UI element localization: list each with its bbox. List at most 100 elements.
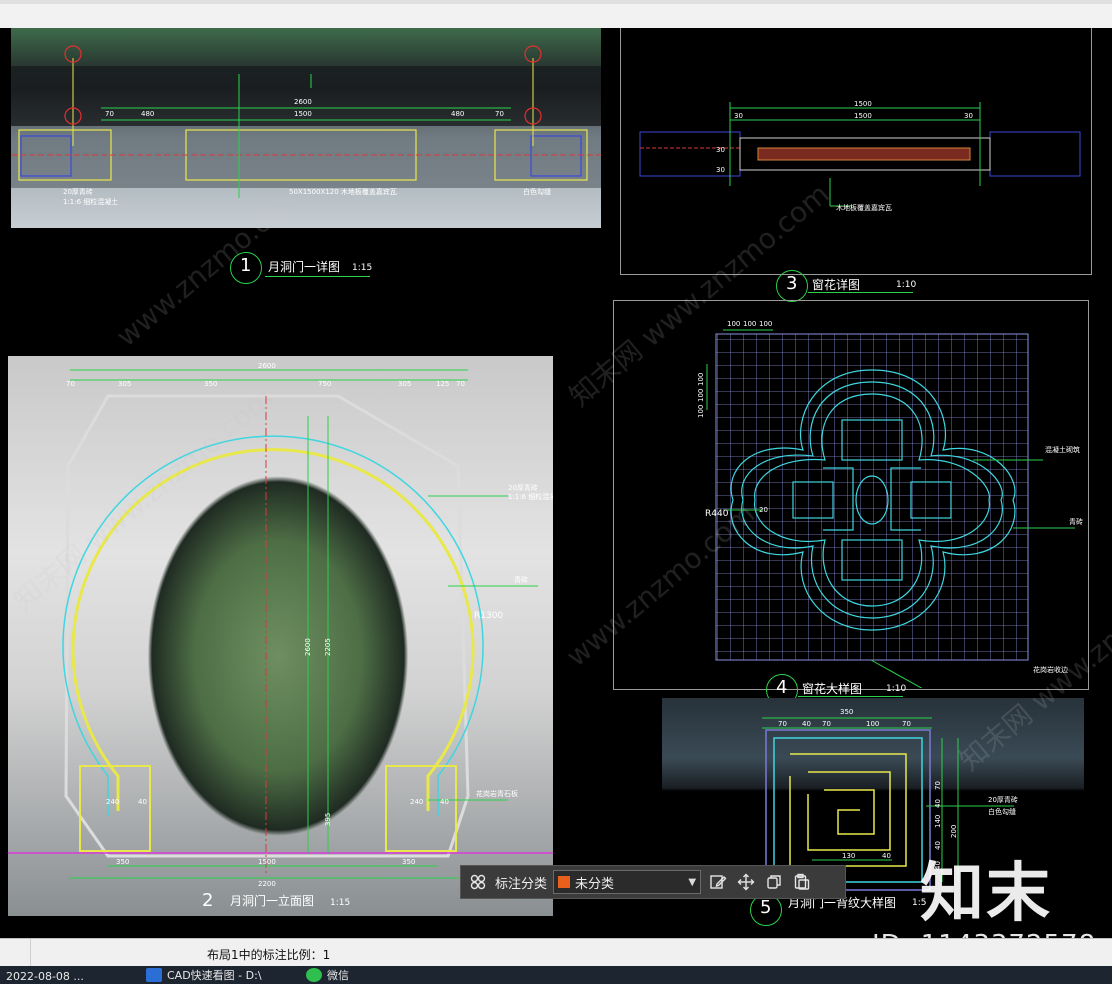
- status-bar: 布局1中的标注比例：1: [0, 938, 1112, 967]
- category-label: 标注分类: [495, 876, 548, 892]
- drawing-1-underline: [265, 276, 370, 277]
- taskbar-time: 2022-08-08 ...: [6, 970, 84, 983]
- d1-note-1: 20厚青砖: [63, 187, 93, 196]
- drawing-1-scale: 1:15: [352, 263, 373, 273]
- brand-logo: 知末: [920, 857, 1052, 931]
- d4-dim-6: 100: [697, 405, 705, 418]
- d2-dim-a: 70: [66, 380, 75, 388]
- taskbar-app-wechat[interactable]: 微信: [306, 966, 349, 984]
- d3-dim-2: 1500: [854, 112, 872, 120]
- d5-dim-7: 130: [842, 852, 855, 860]
- status-bar-segment: [0, 939, 31, 967]
- drawing-2-linework: 2600 70 305 350 750 305 125 70 R1300 260…: [8, 362, 553, 888]
- drawing-4-underline: [798, 696, 903, 697]
- taskbar-app-cad[interactable]: CAD快速看图 - D:\: [146, 966, 262, 984]
- drawing-4-linework: 100 100 100 100 100 100 R440 20 混凝土砌筑 青砖…: [697, 320, 1083, 688]
- drawing-3-number: 3: [786, 273, 798, 294]
- d2-dim-f: 125: [436, 380, 449, 388]
- d5-dim-8: 40: [882, 852, 891, 860]
- edit-icon[interactable]: [707, 871, 729, 893]
- category-select[interactable]: 未分类 ▼: [553, 870, 702, 894]
- drawing-3-underline: [808, 292, 913, 293]
- d2-dim-b: 305: [118, 380, 131, 388]
- copy-icon[interactable]: [763, 871, 785, 893]
- category-color-swatch: [558, 876, 571, 888]
- d2-dim-top: 2600: [258, 362, 276, 370]
- d5-note-2: 白色勾缝: [988, 807, 1016, 816]
- category-select-value: 未分类: [575, 876, 615, 892]
- d1-dim-2: 1500: [294, 110, 312, 118]
- chevron-down-icon: ▼: [688, 876, 697, 888]
- d1-note-4: 白色勾缝: [523, 187, 551, 196]
- d1-dim-3: 480: [141, 110, 154, 118]
- d1-dim-4: 480: [451, 110, 464, 118]
- drawing-canvas[interactable]: 2600 1500 480 480 70 70 20厚青砖 1:1:6 细粒混凝…: [0, 28, 1112, 938]
- d4-note-1: 混凝土砌筑: [1045, 445, 1080, 454]
- d4-dim-7: 20: [759, 506, 768, 514]
- d5-dim-9: 70: [934, 781, 942, 790]
- d5-dim-5: 100: [866, 720, 879, 728]
- d2-dim-c1: 40: [138, 798, 147, 806]
- d4-dim-5: 100: [697, 389, 705, 402]
- annotation-scale-status: 布局1中的标注比例：1: [207, 948, 331, 962]
- d2-dim-c2: 40: [440, 798, 449, 806]
- d4-dim-4: 100: [697, 373, 705, 386]
- d3-dim-5: 30: [716, 146, 725, 154]
- d2-dim-h3: 395: [324, 813, 332, 826]
- d3-dim-1: 1500: [854, 100, 872, 108]
- d5-dim-4: 70: [822, 720, 831, 728]
- d5-dim-10: 40: [934, 799, 942, 808]
- d2-dim-b3: 350: [402, 858, 415, 866]
- drawing-1-title: 月洞门一详图: [268, 260, 341, 274]
- d4-dim-1: 100: [727, 320, 740, 328]
- drawing-2-scale: 1:15: [330, 898, 351, 908]
- drawing-2-number: 2: [202, 890, 214, 911]
- d2-dim-l2: 240: [410, 798, 423, 806]
- d2-note-2: 1:1:6 细粒混凝土: [508, 492, 553, 501]
- drawing-3-scale: 1:10: [896, 280, 917, 290]
- d2-note-1: 20厚青砖: [508, 483, 538, 492]
- drawing-5-number: 5: [760, 897, 772, 918]
- d5-dim-2: 70: [778, 720, 787, 728]
- d2-dim-b4: 2200: [258, 880, 276, 888]
- taskbar: 2022-08-08 ... CAD快速看图 - D:\ 微信: [0, 966, 1112, 984]
- d5-dim-1: 350: [840, 708, 853, 716]
- taskbar-app-wechat-label: 微信: [327, 969, 349, 982]
- d1-dim-5: 70: [105, 110, 114, 118]
- d4-dim-2: 100: [743, 320, 756, 328]
- drawing-4-title: 窗花大样图: [802, 682, 863, 696]
- drawing-2-title: 月洞门一立面图: [230, 894, 315, 908]
- d1-note-2: 1:1:6 细粒混凝土: [63, 197, 118, 206]
- d5-dim-11: 140: [934, 815, 942, 828]
- d1-dim-6: 70: [495, 110, 504, 118]
- wechat-icon: [306, 968, 322, 982]
- drawing-3-title: 窗花详图: [812, 278, 861, 292]
- d4-note-2: 青砖: [1069, 517, 1083, 526]
- d2-dim-h1: 2600: [304, 638, 312, 656]
- d5-dim-14: 200: [950, 825, 958, 838]
- d2-dim-b2: 1500: [258, 858, 276, 866]
- d2-dim-b1: 350: [116, 858, 129, 866]
- d3-dim-4: 30: [964, 112, 973, 120]
- d2-dim-c: 350: [204, 380, 217, 388]
- d2-dim-l1: 240: [106, 798, 119, 806]
- d3-dim-3: 30: [734, 112, 743, 120]
- d2-dim-e: 305: [398, 380, 411, 388]
- d5-dim-6: 70: [902, 720, 911, 728]
- d2-dim-h2: 2205: [324, 638, 332, 656]
- taskbar-app-cad-label: CAD快速看图 - D:\: [167, 969, 262, 982]
- d5-dim-3: 40: [802, 720, 811, 728]
- d3-dim-6: 30: [716, 166, 725, 174]
- drawing-4-scale: 1:10: [886, 684, 907, 694]
- move-icon[interactable]: [735, 871, 757, 893]
- grid-icon[interactable]: [467, 871, 489, 893]
- d2-note-4: 花岗岩青石板: [476, 789, 518, 798]
- cad-icon: [146, 968, 162, 982]
- ribbon-edge: [0, 0, 1112, 29]
- annotation-toolbar: 标注分类 未分类 ▼: [460, 865, 846, 899]
- paste-icon[interactable]: [791, 871, 813, 893]
- drawing-3-linework: 1500 1500 30 30 30 30 木地板覆盖嘉宾瓦: [639, 100, 1081, 212]
- d2-dim-r: R1300: [474, 611, 503, 621]
- d5-note-1: 20厚青砖: [988, 795, 1018, 804]
- d4-dim-3: 100: [759, 320, 772, 328]
